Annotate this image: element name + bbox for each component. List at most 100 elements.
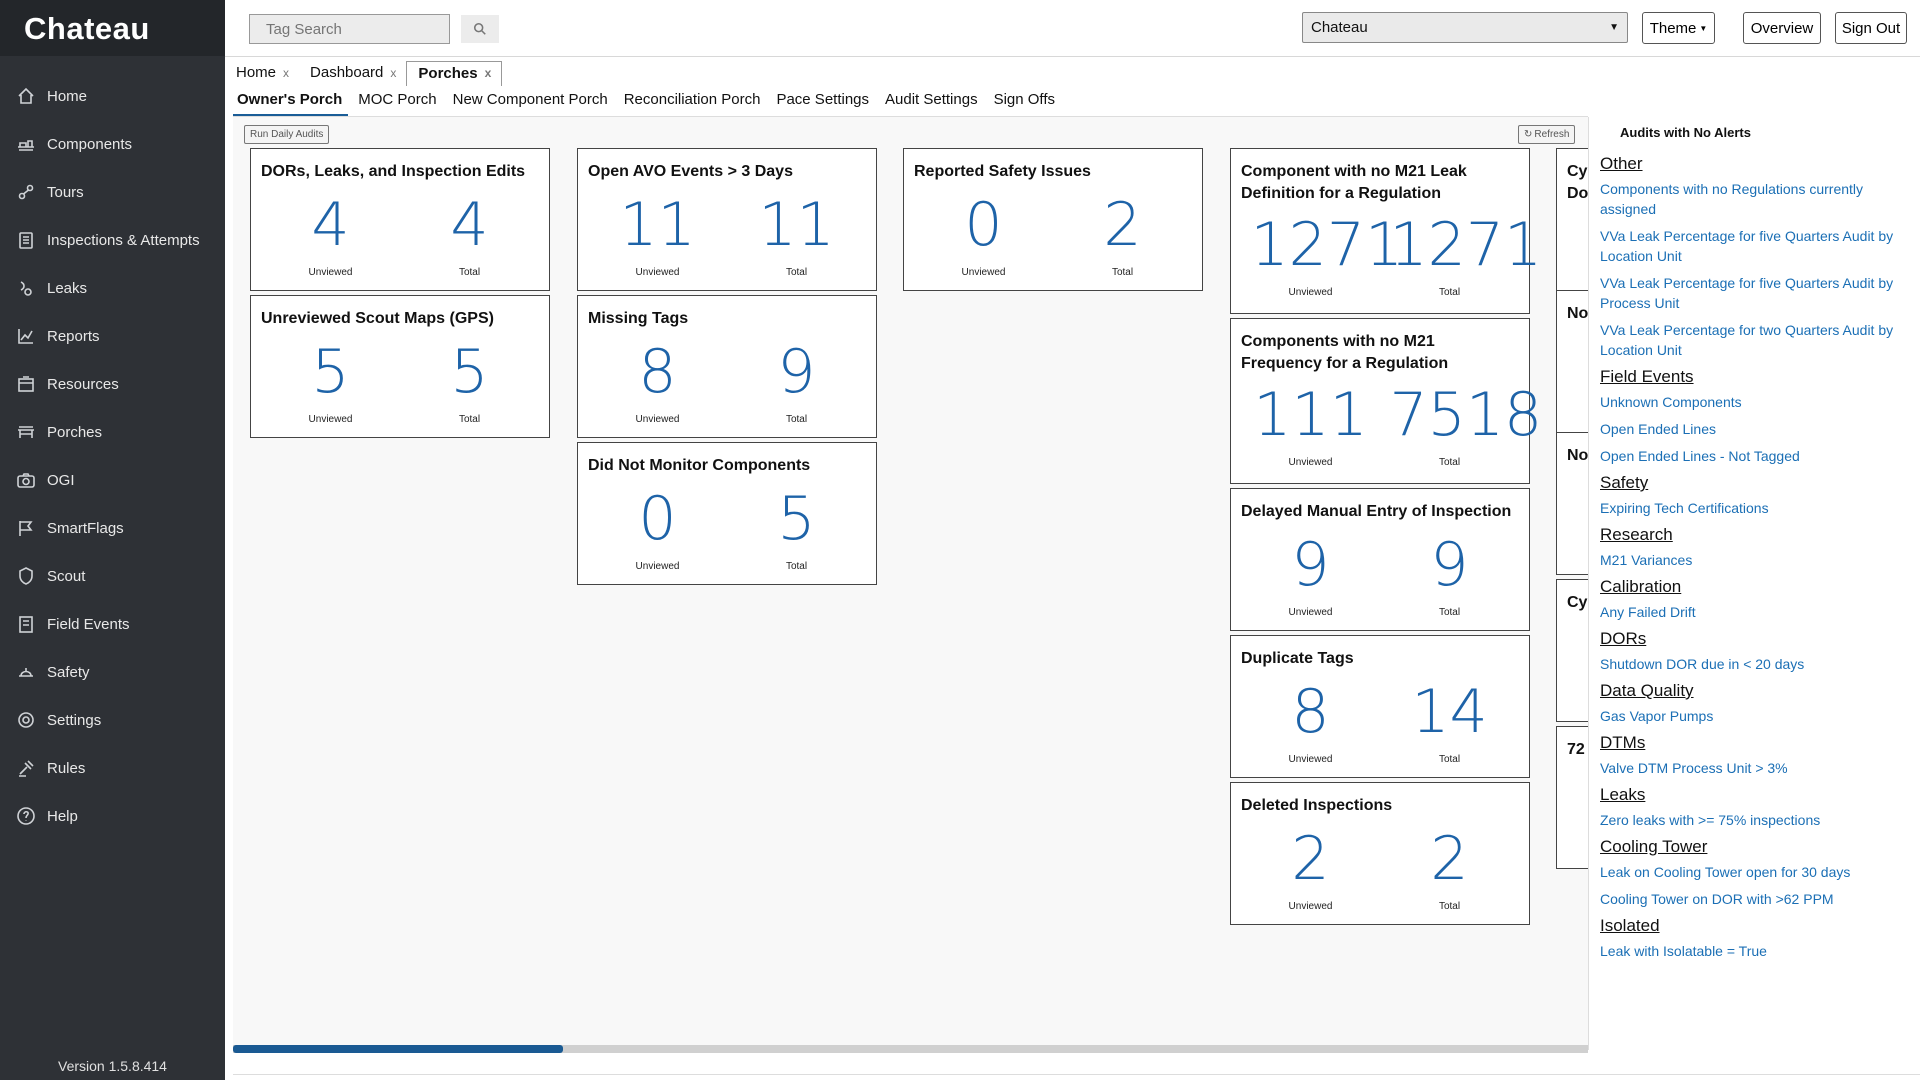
unviewed-count[interactable]: 8	[598, 342, 718, 402]
total-block[interactable]: 7518 Total	[1390, 385, 1543, 468]
audit-link[interactable]: Unknown Components	[1600, 392, 1906, 412]
audit-link[interactable]: M21 Variances	[1600, 550, 1906, 570]
sidebar-item-reports[interactable]: Reports	[0, 312, 225, 360]
sidebar-item-home[interactable]: Home	[0, 72, 225, 120]
audit-link[interactable]: Valve DTM Process Unit > 3%	[1600, 758, 1906, 778]
unviewed-count[interactable]: 111	[1251, 385, 1371, 445]
unviewed-block[interactable]: 4 Unviewed	[271, 195, 391, 278]
audit-link[interactable]: VVa Leak Percentage for two Quarters Aud…	[1600, 320, 1906, 360]
total-count[interactable]: 9	[737, 342, 857, 402]
total-block[interactable]: 9 Total	[737, 342, 857, 425]
run-daily-audits-button[interactable]: Run Daily Audits	[244, 125, 330, 144]
unviewed-block[interactable]: 0 Unviewed	[924, 195, 1044, 278]
sidebar-item-settings[interactable]: Settings	[0, 696, 225, 744]
unviewed-block[interactable]: 111 Unviewed	[1251, 385, 1371, 468]
audit-link[interactable]: Open Ended Lines - Not Tagged	[1600, 446, 1906, 466]
subtab-audit-settings[interactable]: Audit Settings	[881, 89, 984, 116]
close-icon[interactable]: x	[283, 66, 289, 80]
unviewed-block[interactable]: 2 Unviewed	[1251, 829, 1371, 912]
subtab-moc-porch[interactable]: MOC Porch	[354, 89, 442, 116]
subtab-owner-s-porch[interactable]: Owner's Porch	[233, 89, 349, 116]
audit-card[interactable]: Deleted Inspections 2 Unviewed 2 Total	[1230, 782, 1530, 925]
unviewed-block[interactable]: 0 Unviewed	[598, 489, 718, 572]
total-block[interactable]: 14 Total	[1390, 682, 1510, 765]
theme-dropdown-button[interactable]: Theme ▼	[1642, 12, 1715, 44]
audit-group-heading[interactable]: DORs	[1600, 629, 1906, 649]
sidebar-item-porches[interactable]: Porches	[0, 408, 225, 456]
audit-group-heading[interactable]: Cooling Tower	[1600, 837, 1906, 857]
total-block[interactable]: 2 Total	[1390, 829, 1510, 912]
total-count[interactable]: 9	[1390, 535, 1510, 595]
audit-card[interactable]: No	[1556, 432, 1588, 575]
unviewed-count[interactable]: 8	[1251, 682, 1371, 742]
sidebar-item-rules[interactable]: Rules	[0, 744, 225, 792]
total-count[interactable]: 2	[1390, 829, 1510, 889]
sidebar-item-safety[interactable]: Safety	[0, 648, 225, 696]
total-block[interactable]: 5 Total	[410, 342, 530, 425]
tag-search-input[interactable]	[249, 14, 450, 44]
total-count[interactable]: 7518	[1390, 385, 1543, 445]
sidebar-item-field-events[interactable]: Field Events	[0, 600, 225, 648]
search-button[interactable]	[461, 15, 499, 43]
total-block[interactable]: 11 Total	[737, 195, 857, 278]
audit-link[interactable]: Open Ended Lines	[1600, 419, 1906, 439]
unviewed-count[interactable]: 0	[924, 195, 1044, 255]
app-logo[interactable]: Chateau	[0, 0, 225, 56]
sidebar-item-help[interactable]: Help	[0, 792, 225, 840]
unviewed-count[interactable]: 0	[598, 489, 718, 549]
total-block[interactable]: 9 Total	[1390, 535, 1510, 618]
scrollbar-thumb[interactable]	[233, 1045, 563, 1053]
unviewed-count[interactable]: 1271	[1251, 215, 1404, 275]
sidebar-item-resources[interactable]: Resources	[0, 360, 225, 408]
audit-card[interactable]: Components with no M21 Frequency for a R…	[1230, 318, 1543, 484]
total-block[interactable]: 2 Total	[1063, 195, 1183, 278]
audit-card[interactable]: Open AVO Events > 3 Days 11 Unviewed 11 Tota…	[577, 148, 877, 291]
total-block[interactable]: 4 Total	[410, 195, 530, 278]
audit-card[interactable]: No	[1556, 290, 1588, 433]
unviewed-count[interactable]: 4	[271, 195, 391, 255]
total-block[interactable]: 5 Total	[737, 489, 857, 572]
total-block[interactable]: 1271 Total	[1390, 215, 1543, 298]
audit-link[interactable]: Any Failed Drift	[1600, 602, 1906, 622]
audit-group-heading[interactable]: Leaks	[1600, 785, 1906, 805]
unviewed-block[interactable]: 8 Unviewed	[598, 342, 718, 425]
audit-link[interactable]: Shutdown DOR due in < 20 days	[1600, 654, 1906, 674]
unviewed-block[interactable]: 11 Unviewed	[598, 195, 718, 278]
sidebar-item-scout[interactable]: Scout	[0, 552, 225, 600]
audit-card[interactable]: Component with no M21 Leak Definition fo…	[1230, 148, 1543, 314]
audit-link[interactable]: Leak with Isolatable = True	[1600, 941, 1906, 961]
sidebar-item-ogi[interactable]: OGI	[0, 456, 225, 504]
tab-home[interactable]: Home x	[225, 61, 299, 85]
audit-group-heading[interactable]: Calibration	[1600, 577, 1906, 597]
audit-card[interactable]: Duplicate Tags 8 Unviewed 14 Total	[1230, 635, 1530, 778]
horizontal-scrollbar[interactable]	[233, 1045, 1588, 1053]
subtab-reconciliation-porch[interactable]: Reconciliation Porch	[620, 89, 767, 116]
total-count[interactable]: 14	[1390, 682, 1510, 742]
audit-card[interactable]: DORs, Leaks, and Inspection Edits 4 Unview…	[250, 148, 550, 291]
subtab-pace-settings[interactable]: Pace Settings	[772, 89, 875, 116]
sidebar-item-components[interactable]: Components	[0, 120, 225, 168]
sign-out-button[interactable]: Sign Out	[1835, 12, 1907, 44]
audit-card[interactable]: Cy	[1556, 579, 1588, 722]
audit-card[interactable]: Missing Tags 8 Unviewed 9 Total	[577, 295, 877, 438]
unviewed-count[interactable]: 5	[271, 342, 391, 402]
unviewed-count[interactable]: 2	[1251, 829, 1371, 889]
total-count[interactable]: 1271	[1390, 215, 1543, 275]
audit-link[interactable]: Cooling Tower on DOR with >62 PPM	[1600, 889, 1906, 909]
organization-select[interactable]: Chateau ▼	[1302, 12, 1628, 43]
tab-dashboard[interactable]: Dashboard x	[299, 61, 406, 85]
audit-link[interactable]: Leak on Cooling Tower open for 30 days	[1600, 862, 1906, 882]
audit-link[interactable]: Components with no Regulations currently…	[1600, 179, 1906, 219]
audit-link[interactable]: Zero leaks with >= 75% inspections	[1600, 810, 1906, 830]
total-count[interactable]: 11	[737, 195, 857, 255]
audit-group-heading[interactable]: Data Quality	[1600, 681, 1906, 701]
tab-porches[interactable]: Porches x	[406, 60, 503, 86]
unviewed-block[interactable]: 1271 Unviewed	[1251, 215, 1404, 298]
total-count[interactable]: 5	[410, 342, 530, 402]
close-icon[interactable]: x	[390, 66, 396, 80]
audit-link[interactable]: VVa Leak Percentage for five Quarters Au…	[1600, 226, 1906, 266]
audit-group-heading[interactable]: Safety	[1600, 473, 1906, 493]
refresh-button[interactable]: ↻ Refresh	[1518, 125, 1576, 144]
unviewed-block[interactable]: 5 Unviewed	[271, 342, 391, 425]
subtab-sign-offs[interactable]: Sign Offs	[990, 89, 1061, 116]
